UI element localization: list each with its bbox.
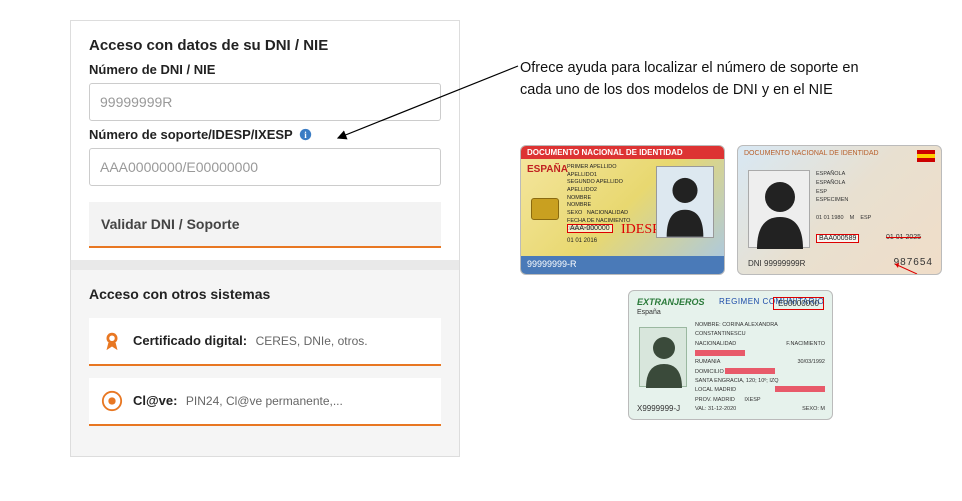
nie-fnac-label: F.NACIMIENTO <box>786 341 825 347</box>
dni-section-title: Acceso con datos de su DNI / NIE <box>89 37 441 54</box>
dni1-date: 01 01 2016 <box>567 238 597 244</box>
clave-icon <box>101 390 123 412</box>
spain-flag-icon <box>917 150 935 162</box>
nie-val-label: VAL: <box>695 406 707 412</box>
nie-number: X9999999-J <box>637 404 680 413</box>
nie-redbar <box>695 350 745 356</box>
dni1-espana: ESPAÑA <box>527 164 568 175</box>
nie-nac-value: RUMANIA <box>695 358 720 367</box>
nie-card-wrap: EXTRANJEROS España REGIMEN COMUNITARIO E… <box>628 290 833 420</box>
other-systems-section: Acceso con otros sistemas Certificado di… <box>71 270 459 456</box>
dni2-photo <box>748 170 810 248</box>
nie-fields: NOMBRE: CORINA ALEXANDRA CONSTANTINESCU … <box>695 321 825 414</box>
nie-dom-label: DOMICILIO <box>695 369 724 375</box>
nie-loc-value: MADRID <box>714 387 736 393</box>
dni2-soporte-box: BAA000589 <box>816 234 859 243</box>
dni2-arrow-icon <box>891 262 921 275</box>
ribbon-icon <box>101 330 123 352</box>
certificate-label: Certificado digital: <box>133 333 247 348</box>
soporte-input[interactable] <box>89 148 441 186</box>
dni-card-model1: DOCUMENTO NACIONAL DE IDENTIDAD ESPAÑA P… <box>520 145 725 275</box>
dni2-dni-number: DNI 99999999R <box>748 259 805 268</box>
nie-fnac-value: 30/03/1992 <box>797 358 825 367</box>
login-panel: Acceso con datos de su DNI / NIE Número … <box>70 20 460 457</box>
nie-loc-label: LOCAL <box>695 387 713 393</box>
nie-card: EXTRANJEROS España REGIMEN COMUNITARIO E… <box>628 290 833 420</box>
clave-label: Cl@ve: <box>133 393 177 408</box>
nie-sexo-label: SEXO: <box>802 406 819 412</box>
nie-photo <box>639 327 687 387</box>
dni-field-label: Número de DNI / NIE <box>89 62 441 77</box>
dni1-dni-number: 99999999-R <box>521 256 724 274</box>
dni2-struck: 01 01 2025 <box>886 234 921 241</box>
clave-desc: PIN24, Cl@ve permanente,... <box>186 394 343 408</box>
nie-extranjeros: EXTRANJEROS <box>637 297 705 307</box>
other-systems-title: Acceso con otros sistemas <box>89 286 441 302</box>
dni1-soporte-box: AAA-000000 <box>567 224 613 233</box>
nie-dom-value: SANTA ENGRACIA, 120; 10º; IZQ <box>695 377 825 386</box>
nie-prov-label: PROV. <box>695 397 712 403</box>
certificate-desc: CERES, DNIe, otros. <box>256 334 368 348</box>
dni-card-model2: DOCUMENTO NACIONAL DE IDENTIDAD ESPAÑOLA… <box>737 145 942 275</box>
dni-input[interactable] <box>89 83 441 121</box>
nie-soporte-box: E00000000 <box>773 297 824 310</box>
certificate-option[interactable]: Certificado digital: CERES, DNIe, otros. <box>89 318 441 366</box>
nie-espana: España <box>637 309 661 316</box>
nie-ixesp-small: IXESP <box>744 397 760 403</box>
help-annotation-text: Ofrece ayuda para localizar el número de… <box>520 58 890 102</box>
nie-redbar <box>725 368 775 374</box>
soporte-field-label: Número de soporte/IDESP/IXESP i <box>89 127 441 142</box>
dni-access-section: Acceso con datos de su DNI / NIE Número … <box>71 21 459 260</box>
nie-nac-label: NACIONALIDAD <box>695 341 736 347</box>
info-icon[interactable]: i <box>299 128 312 141</box>
dni2-fields: ESPAÑOLA ESPAÑOLA ESP ESPECIMEN 01 01 19… <box>816 170 871 223</box>
nie-sexo-value: M <box>820 406 825 412</box>
nie-prov-value: MADRID <box>713 397 735 403</box>
nie-redbar <box>775 386 825 392</box>
clave-option[interactable]: Cl@ve: PIN24, Cl@ve permanente,... <box>89 378 441 426</box>
soporte-label-text: Número de soporte/IDESP/IXESP <box>89 127 293 142</box>
nie-name-label: NOMBRE: <box>695 322 721 328</box>
dni-cards-row: DOCUMENTO NACIONAL DE IDENTIDAD ESPAÑA P… <box>520 145 942 275</box>
dni1-photo <box>656 166 714 238</box>
panel-divider <box>71 260 459 270</box>
nie-val-value: 31-12-2020 <box>708 406 736 412</box>
dni2-header: DOCUMENTO NACIONAL DE IDENTIDAD <box>738 146 941 161</box>
validate-button[interactable]: Validar DNI / Soporte <box>89 202 441 248</box>
chip-icon <box>531 198 559 220</box>
dni1-idesp-label: IDESP <box>621 222 660 238</box>
dni1-header: DOCUMENTO NACIONAL DE IDENTIDAD <box>521 146 724 159</box>
